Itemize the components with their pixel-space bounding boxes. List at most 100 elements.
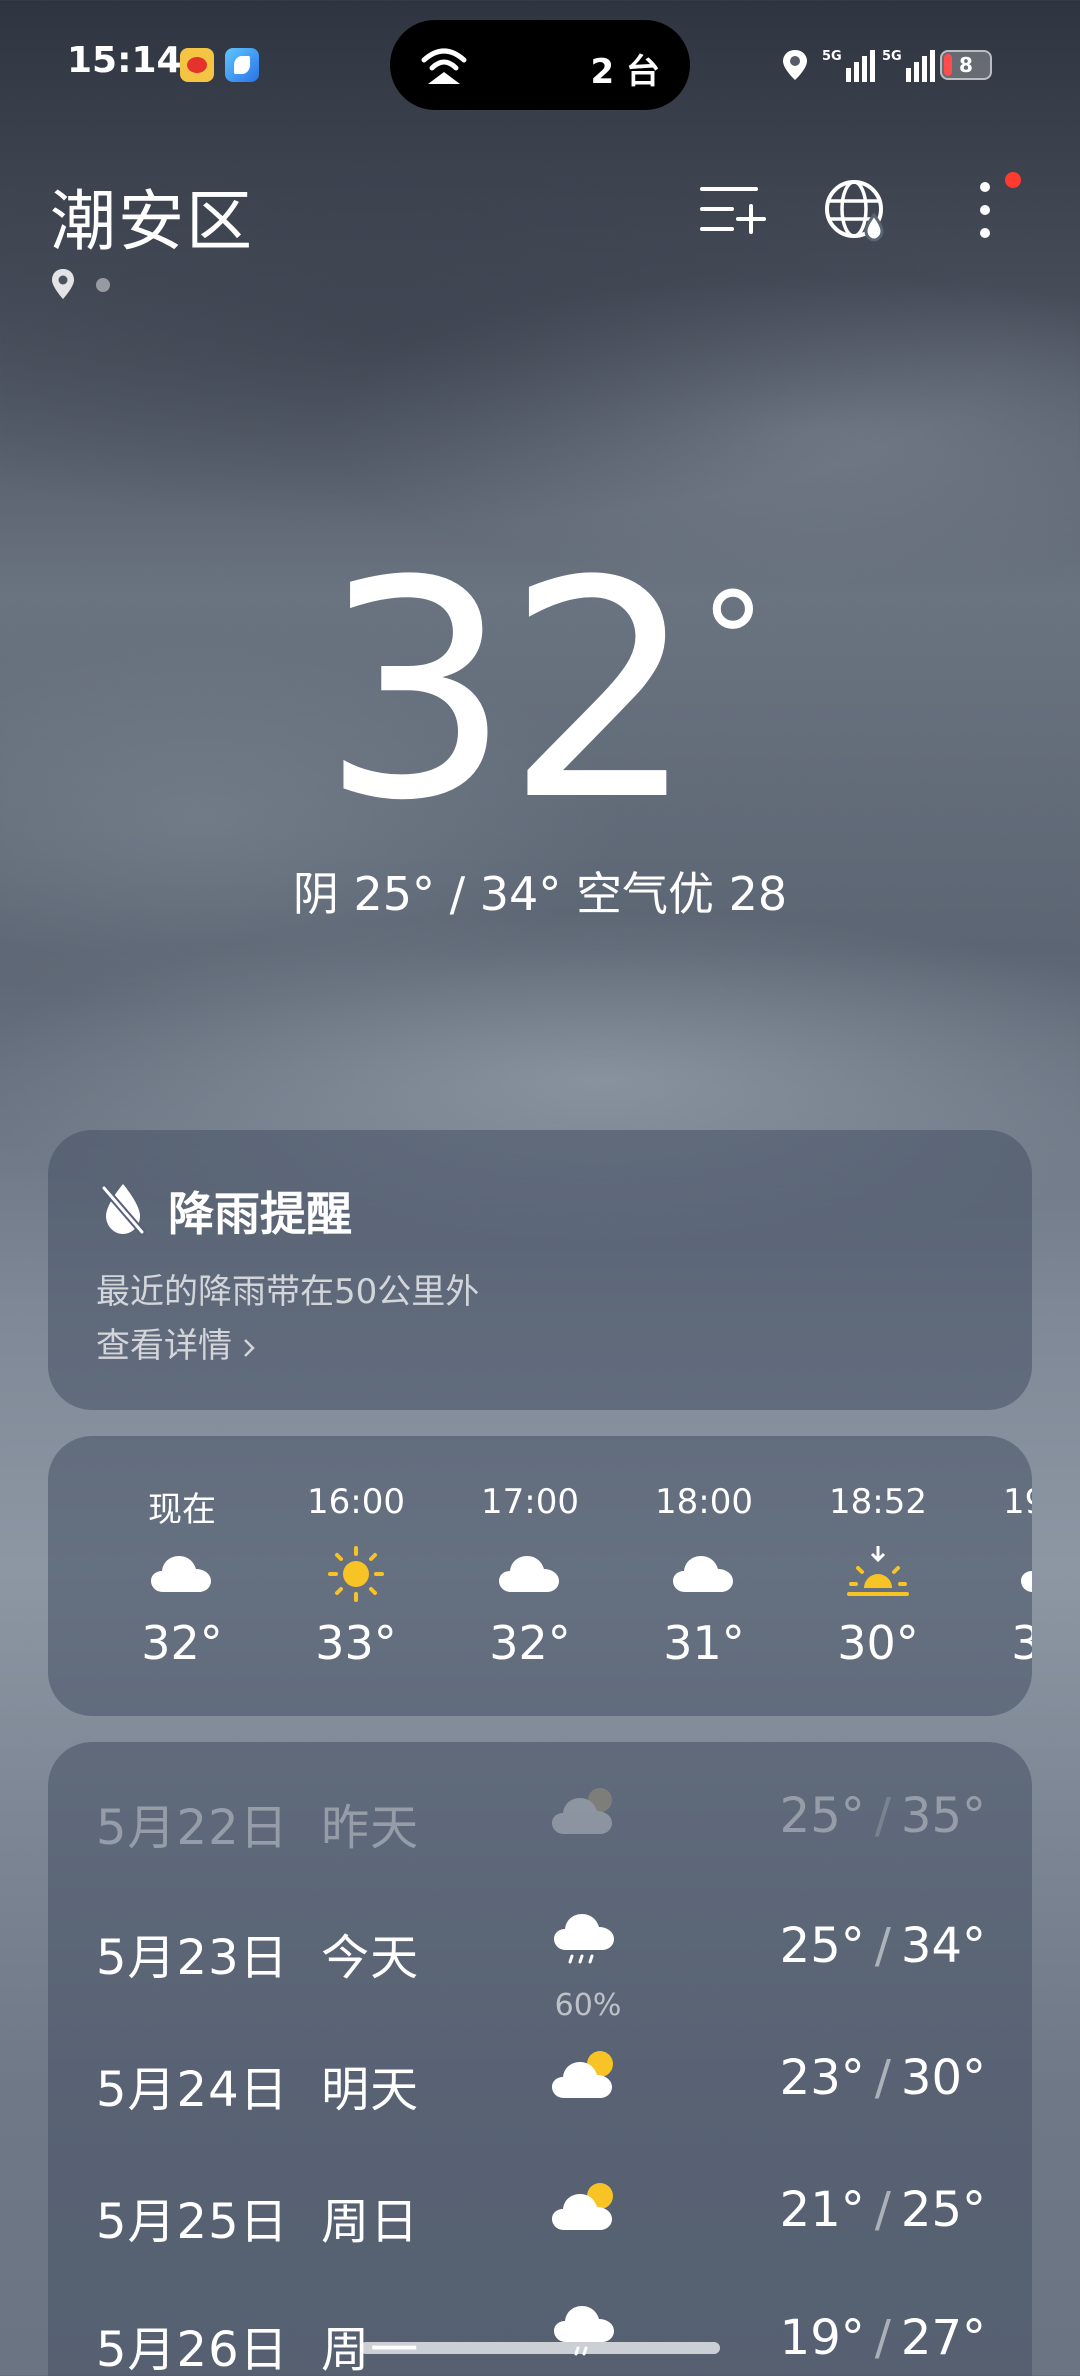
day-temps: 25°/35° [780,1788,986,1844]
hour-time: 18:00 [655,1482,753,1522]
day-temps: 25°/34° [780,1918,986,1974]
global-weather-button[interactable] [822,175,892,245]
rain-alert-text: 最近的降雨带在50公里外 [96,1272,480,1312]
day-high: 27° [900,2310,986,2366]
hour-temp: 33° [315,1616,397,1670]
daily-row-yesterday[interactable]: 5月22日 昨天 25°/35° [48,1760,1032,1890]
signal-icon: 5G [822,49,875,82]
dynamic-island[interactable]: 2 台 [390,20,690,110]
temp-separator: / [874,2182,891,2238]
rain-alert-card[interactable]: 降雨提醒 最近的降雨带在50公里外 查看详情 [48,1130,1032,1410]
day-date-text: 5月22日 [96,1800,289,1856]
location-icon [783,50,807,80]
add-city-button[interactable] [698,175,768,245]
daily-row-tomorrow[interactable]: 5月24日 明天 23°/30° [48,2022,1032,2152]
status-bar: 15:14 2 台 5G 5G 8 [0,0,1080,130]
day-name: 周日 [321,2194,420,2250]
day-temps: 23°/30° [780,2050,986,2106]
hour-time: 现在 [148,1490,216,1530]
hour-temp: 30° [837,1616,919,1670]
partly-cloudy-icon [552,2183,613,2230]
globe-drop-icon [825,180,884,242]
hourly-forecast-card[interactable]: 现在 32° 16:00 33° 17:00 32° 18:00 31° 18:… [48,1436,1032,1716]
temp-separator: / [874,2310,891,2366]
day-date: 5月22日 昨天 [96,1788,419,1858]
sun-icon [328,1546,384,1602]
rain-cloud-icon [554,2306,614,2356]
cast-icon [421,48,467,84]
day-temps: 19°/27° [780,2310,986,2366]
hour-temp: 32° [489,1616,571,1670]
hour-time: 17:00 [481,1482,579,1522]
hour-time: 19:00 [1003,1482,1032,1522]
svg-text:5G: 5G [822,49,842,64]
cast-device-count: 2 台 [590,52,661,92]
daily-row[interactable]: 5月26日 周一 19°/27° [48,2282,1032,2376]
day-date: 5月25日 周日 [96,2182,419,2252]
temp-separator: / [874,2050,891,2106]
day-name: 昨天 [321,1800,420,1856]
hour-temp: 31° [663,1616,745,1670]
status-icons: 5G 5G 8 [780,40,1080,90]
day-low: 19° [779,2310,865,2366]
hourly-item[interactable]: 19:00 30° [972,1436,1032,1716]
city-name[interactable]: 潮安区 [50,168,254,264]
hourly-item[interactable]: 18:00 31° [624,1436,784,1716]
rain-alert-title: 降雨提醒 [168,1187,352,1241]
daily-forecast-card[interactable]: 5月22日 昨天 25°/35° 5月23日 今天 60% 25°/34° 5月… [48,1742,1032,2376]
hour-temp: 30° [1011,1616,1032,1670]
day-low: 25° [779,1788,865,1844]
day-temps: 21°/25° [780,2182,986,2238]
day-name: 明天 [321,2062,420,2118]
day-high: 34° [900,1918,986,1974]
no-rain-icon [100,1184,146,1236]
hour-time: 16:00 [307,1482,405,1522]
cloud-icon [1021,1571,1032,1592]
current-temperature: 32° [0,490,1080,842]
day-high: 30° [900,2050,986,2106]
notification-dot [1005,172,1021,188]
status-time: 15:14 [67,40,182,81]
cloud-icon [151,1556,211,1592]
day-high: 25° [900,2182,986,2238]
home-indicator[interactable] [360,2342,720,2354]
day-low: 23° [779,2050,865,2106]
night-cloud-icon [552,1788,612,1834]
day-low: 21° [779,2182,865,2238]
daily-row[interactable]: 5月25日 周日 21°/25° [48,2154,1032,2284]
weibo-notification-icon [180,48,214,82]
battery-icon: 8 [940,50,992,80]
precip-chance: 60% [554,1988,622,2023]
page-dot [96,278,110,292]
day-date-text: 5月26日 [96,2322,289,2376]
day-high: 35° [900,1788,986,1844]
signal-icon: 5G [882,49,935,82]
cloud-icon [499,1556,559,1592]
rain-details-link[interactable]: 查看详情 [96,1318,260,1367]
current-summary[interactable]: 阴 25° / 34° 空气优 28 [0,858,1080,924]
daily-row-today[interactable]: 5月23日 今天 60% 25°/34° [48,1890,1032,2023]
svg-text:5G: 5G [882,49,902,64]
app-notification-icon [225,48,259,82]
hourly-item[interactable]: 现在 32° [102,1436,262,1716]
hour-time: 18:52 [829,1482,927,1522]
current-location-icon [52,269,74,299]
day-name: 今天 [321,1930,420,1986]
sunset-icon [847,1546,909,1596]
degree-symbol: ° [700,564,765,716]
hourly-item[interactable]: 16:00 33° [276,1436,436,1716]
hourly-item[interactable]: 18:52 30° [798,1436,958,1716]
partly-cloudy-icon [552,2051,613,2098]
hour-temp: 32° [141,1616,223,1670]
hourly-item[interactable]: 17:00 32° [450,1436,610,1716]
battery-level: 8 [959,53,973,77]
day-date-text: 5月23日 [96,1930,289,1986]
day-date: 5月24日 明天 [96,2050,419,2120]
day-low: 25° [779,1918,865,1974]
chevron-right-icon [244,1339,255,1357]
rain-details-label: 查看详情 [96,1326,232,1366]
day-date-text: 5月24日 [96,2062,289,2118]
day-date: 5月23日 今天 [96,1918,419,1988]
rain-cloud-icon [554,1914,614,1964]
temp-separator: / [874,1918,891,1974]
